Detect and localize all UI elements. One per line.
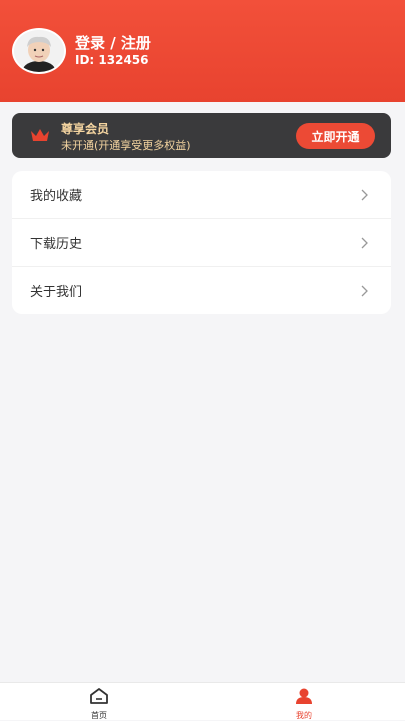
tab-home[interactable]: 首页 (69, 687, 129, 721)
home-icon (90, 688, 108, 704)
avatar-image (14, 30, 64, 72)
chevron-right-icon (361, 189, 368, 201)
activate-vip-button[interactable]: 立即开通 (296, 123, 375, 149)
tab-mine[interactable]: 我的 (274, 687, 334, 721)
tab-label: 我的 (296, 711, 312, 720)
crown-icon (31, 129, 49, 141)
menu-item-favorites[interactable]: 我的收藏 (12, 171, 391, 219)
bottom-tab-bar: 首页 我的 (0, 682, 405, 720)
vip-title: 尊享会员 (61, 122, 110, 136)
menu-item-download-history[interactable]: 下载历史 (12, 219, 391, 267)
vip-card[interactable]: 尊享会员 未开通(开通享受更多权益) 立即开通 (12, 113, 391, 158)
login-register-link[interactable]: 登录 / 注册 (75, 32, 151, 53)
menu-item-label: 我的收藏 (30, 189, 83, 204)
chevron-right-icon (361, 285, 368, 297)
avatar[interactable] (12, 28, 66, 74)
settings-menu: 我的收藏 下载历史 关于我们 (12, 171, 391, 314)
menu-item-label: 关于我们 (30, 285, 83, 300)
menu-item-about-us[interactable]: 关于我们 (12, 267, 391, 314)
profile-header: 登录 / 注册 ID: 132456 (0, 0, 405, 102)
user-id: ID: 132456 (75, 53, 149, 67)
tab-label: 首页 (91, 711, 107, 720)
user-icon (296, 688, 312, 704)
menu-item-label: 下载历史 (30, 237, 83, 252)
chevron-right-icon (361, 237, 368, 249)
vip-subtitle: 未开通(开通享受更多权益) (61, 139, 191, 152)
